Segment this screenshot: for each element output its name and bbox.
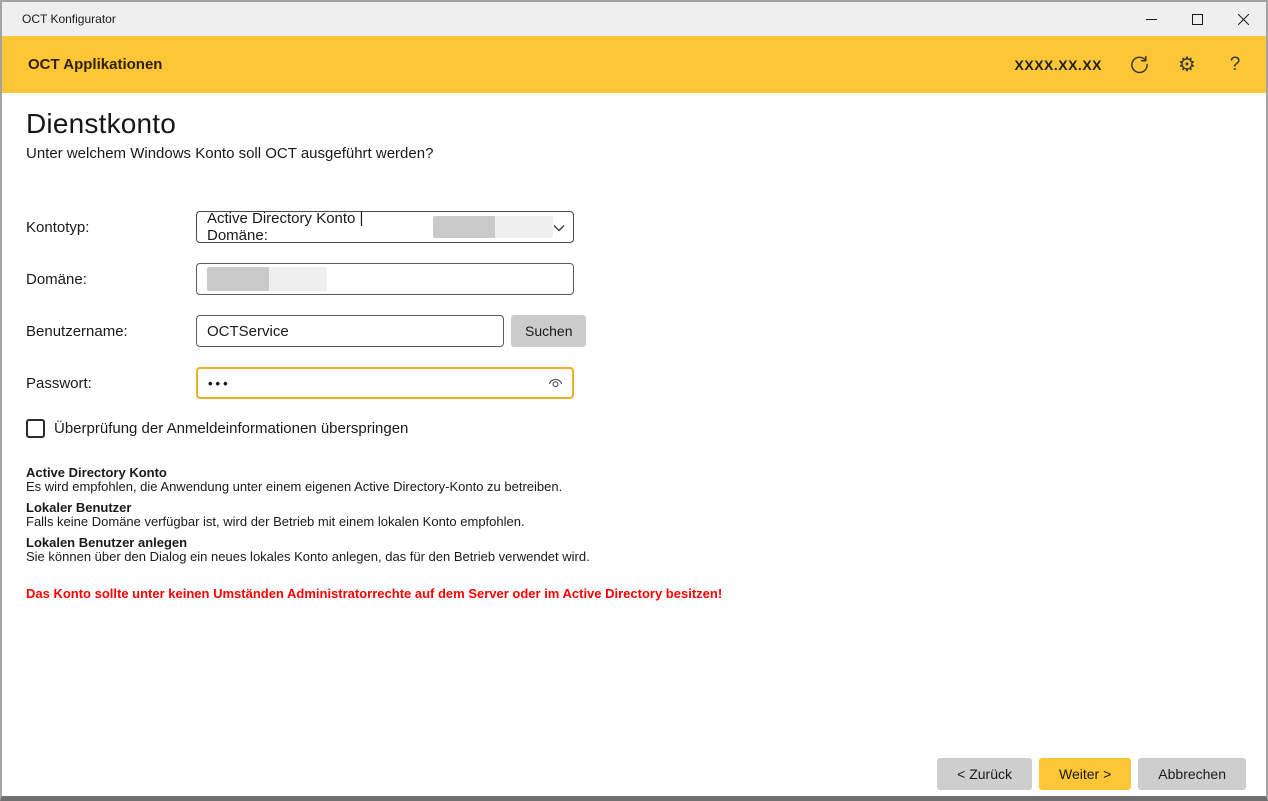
passwort-masked-value: ••• [208, 376, 231, 391]
chevron-down-icon [553, 219, 565, 236]
close-icon [1238, 14, 1249, 25]
main-content: Dienstkonto Unter welchem Windows Konto … [2, 93, 1266, 601]
close-button[interactable] [1220, 2, 1266, 36]
help-section: Active Directory Konto Es wird empfohlen… [26, 466, 1242, 564]
skip-validation-row: Überprüfung der Anmeldeinformationen übe… [26, 419, 1242, 438]
domaene-input[interactable] [196, 263, 574, 295]
benutzername-value: OCTService [207, 323, 289, 340]
redacted-domain-value [433, 216, 553, 238]
minimize-icon [1146, 14, 1157, 25]
window-controls [1128, 2, 1266, 36]
kontotyp-selected-value: Active Directory Konto | Domäne: [207, 210, 427, 244]
title-bar: OCT Konfigurator [2, 2, 1266, 36]
help-item-lokaler-benutzer: Lokaler Benutzer Falls keine Domäne verf… [26, 501, 1242, 529]
reveal-password-eye-icon[interactable] [547, 376, 564, 390]
minimize-button[interactable] [1128, 2, 1174, 36]
app-header-actions: XXXX.XX.XX ⚙ ? [1015, 54, 1246, 76]
back-button[interactable]: < Zurück [937, 758, 1032, 790]
help-title: Lokalen Benutzer anlegen [26, 536, 1242, 550]
kontotyp-row: Kontotyp: Active Directory Konto | Domän… [26, 211, 1242, 243]
refresh-icon[interactable] [1128, 54, 1150, 76]
page-subtitle: Unter welchem Windows Konto soll OCT aus… [26, 145, 1242, 162]
suchen-button[interactable]: Suchen [511, 315, 586, 347]
next-button[interactable]: Weiter > [1039, 758, 1131, 790]
app-window: OCT Konfigurator OCT Applikationen X [0, 0, 1268, 801]
benutzername-row: Benutzername: OCTService Suchen [26, 315, 1242, 347]
service-account-form: Kontotyp: Active Directory Konto | Domän… [26, 211, 1242, 438]
app-title: OCT Applikationen [28, 56, 1015, 73]
page-title: Dienstkonto [26, 108, 1242, 140]
skip-validation-label: Überprüfung der Anmeldeinformationen übe… [54, 420, 408, 437]
help-body: Es wird empfohlen, die Anwendung unter e… [26, 480, 1242, 494]
benutzername-label: Benutzername: [26, 323, 196, 340]
maximize-icon [1192, 14, 1203, 25]
domaene-row: Domäne: [26, 263, 1242, 295]
version-label: XXXX.XX.XX [1015, 57, 1102, 73]
maximize-button[interactable] [1174, 2, 1220, 36]
passwort-label: Passwort: [26, 375, 196, 392]
help-body: Falls keine Domäne verfügbar ist, wird d… [26, 515, 1242, 529]
passwort-input[interactable]: ••• [196, 367, 574, 399]
wizard-footer: < Zurück Weiter > Abbrechen [937, 758, 1246, 790]
help-title: Lokaler Benutzer [26, 501, 1242, 515]
domaene-label: Domäne: [26, 271, 196, 288]
benutzername-input[interactable]: OCTService [196, 315, 504, 347]
help-body: Sie können über den Dialog ein neues lok… [26, 550, 1242, 564]
settings-gear-icon[interactable]: ⚙ [1176, 54, 1198, 76]
cancel-button[interactable]: Abbrechen [1138, 758, 1246, 790]
kontotyp-dropdown[interactable]: Active Directory Konto | Domäne: [196, 211, 574, 243]
skip-validation-checkbox[interactable] [26, 419, 45, 438]
help-item-lokalen-benutzer-anlegen: Lokalen Benutzer anlegen Sie können über… [26, 536, 1242, 564]
window-title: OCT Konfigurator [2, 12, 1128, 26]
help-icon[interactable]: ? [1224, 54, 1246, 76]
kontotyp-label: Kontotyp: [26, 219, 196, 236]
admin-rights-warning: Das Konto sollte unter keinen Umständen … [26, 586, 1242, 601]
app-header: OCT Applikationen XXXX.XX.XX ⚙ ? [2, 36, 1266, 93]
help-title: Active Directory Konto [26, 466, 1242, 480]
help-item-active-directory: Active Directory Konto Es wird empfohlen… [26, 466, 1242, 494]
redacted-domain-text [207, 267, 327, 291]
passwort-row: Passwort: ••• [26, 367, 1242, 399]
